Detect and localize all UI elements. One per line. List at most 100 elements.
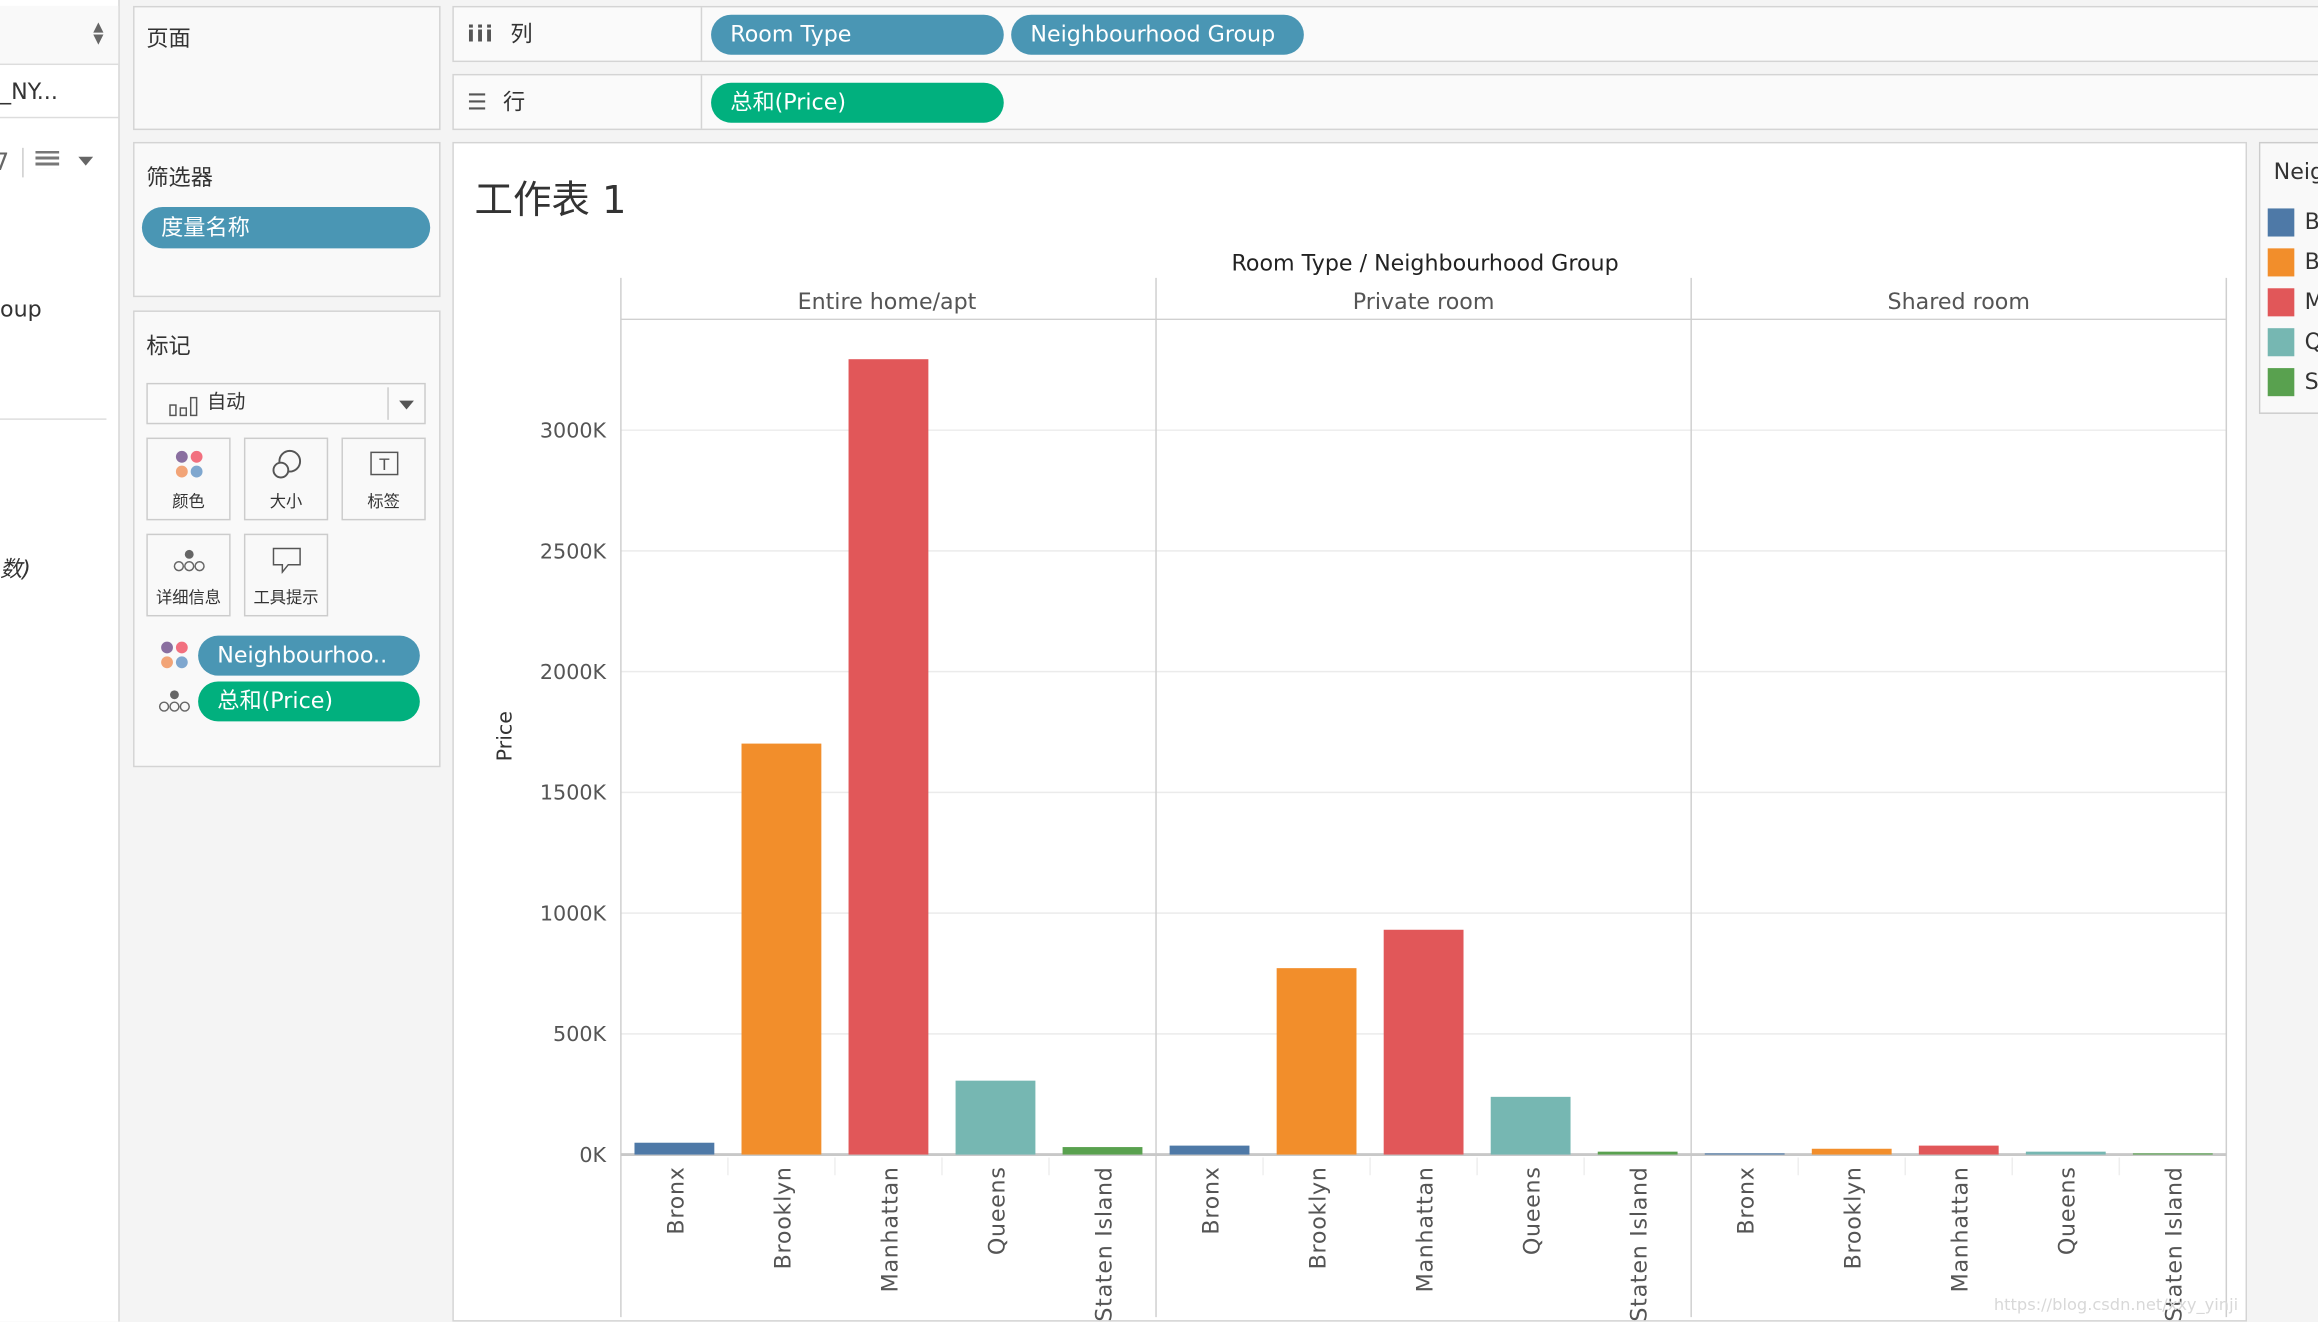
rows-icon: ☰ [467, 88, 488, 116]
y-tick-label: 1500K [540, 781, 607, 805]
pages-title: 页面 [146, 25, 191, 52]
svg-text:T: T [378, 455, 389, 474]
list-view-icon[interactable] [35, 150, 60, 169]
datasource-name: _NY... [0, 78, 58, 105]
rows-shelf-label: ☰ 行 [454, 75, 703, 129]
datasource-item[interactable]: _NY... [0, 65, 119, 119]
measure-item[interactable]: 数) [0, 553, 31, 584]
rows-shelf[interactable]: ☰ 行 总和(Price) [452, 73, 2318, 131]
filters-card[interactable]: 筛选器 度量名称 [133, 141, 441, 298]
y-tick-label: 2500K [540, 539, 607, 563]
x-category-label: Staten Island [1091, 1166, 1117, 1321]
color-legend[interactable]: Neig BBMQS [2258, 141, 2318, 414]
row-pill-sum-price[interactable]: 总和(Price) [711, 82, 1004, 123]
dropdown-arrow-icon[interactable] [78, 156, 94, 166]
panel-divider [0, 418, 107, 420]
bar-manhattan[interactable] [1918, 1145, 1999, 1155]
x-category-label: Staten Island [1627, 1166, 1653, 1321]
detail-encoding-icon [158, 689, 191, 719]
color-encoding-icon [160, 640, 190, 675]
legend-swatch [2267, 288, 2295, 317]
mark-type-dropdown[interactable]: 自动 [146, 382, 426, 425]
color-encoding-pill[interactable]: Neighbourhoo.. [198, 635, 420, 676]
field-name: oup [0, 295, 42, 323]
bar-brooklyn[interactable] [1811, 1148, 1892, 1155]
toolbar-divider [22, 147, 24, 178]
y-axis-label: Price [492, 711, 516, 761]
y-tick-label: 500K [553, 1022, 606, 1046]
legend-label: S [2304, 368, 2318, 395]
view-right-divider [2247, 141, 2259, 1322]
data-panel: ▲▼ _NY... 7 oup 数) [0, 0, 120, 1322]
bar-bronx[interactable] [634, 1142, 715, 1155]
legend-item[interactable]: B [2267, 248, 2318, 278]
tooltip-icon [245, 544, 326, 577]
dropdown-divider [387, 387, 389, 420]
column-pill-room-type[interactable]: Room Type [711, 14, 1004, 55]
legend-title: Neig [2273, 158, 2318, 185]
bar-brooklyn[interactable] [1276, 968, 1357, 1155]
bar-staten-island[interactable] [2132, 1153, 2213, 1155]
x-category-label: Queens [1520, 1166, 1546, 1255]
bar-brooklyn[interactable] [741, 743, 822, 1155]
filter-pill-measure-names[interactable]: 度量名称 [141, 206, 431, 249]
chevron-down-icon [399, 400, 414, 410]
columns-icon: iii [467, 20, 495, 48]
size-button[interactable]: 大小 [243, 437, 329, 521]
legend-swatch [2267, 368, 2295, 397]
legend-swatch [2267, 248, 2295, 277]
tooltip-button[interactable]: 工具提示 [243, 533, 329, 617]
tableau-workspace: ▲▼ _NY... 7 oup 数) 页面 筛选器 度量名称 标记 [0, 0, 2318, 1322]
columns-shelf-label: iii 列 [454, 7, 703, 61]
legend-item[interactable]: S [2267, 368, 2318, 398]
bar-manhattan[interactable] [848, 359, 929, 1155]
mark-type-label: 自动 [206, 391, 246, 414]
bar-queens[interactable] [2025, 1151, 2106, 1155]
label-button[interactable]: T 标签 [341, 437, 426, 521]
filter-icon[interactable]: 7 [0, 148, 9, 176]
sort-updown-icon[interactable]: ▲ ▼ [93, 21, 103, 46]
legend-item[interactable]: Q [2267, 328, 2318, 358]
marks-title: 标记 [146, 332, 191, 360]
bar-bronx[interactable] [1169, 1145, 1250, 1155]
data-toolbar: 7 [0, 142, 118, 189]
detail-encoding-pill[interactable]: 总和(Price) [198, 681, 420, 722]
chart-header-title: Room Type / Neighbourhood Group [1232, 251, 1619, 277]
legend-label: Q [2305, 328, 2318, 355]
datasource-header[interactable]: ▲ ▼ [0, 5, 119, 66]
bar-chart-icon [169, 393, 199, 431]
legend-label: M [2305, 288, 2318, 315]
marks-card: 标记 自动 颜色 大小 T 标签 详细信息 工具提示 Neighbourhoo.… [133, 310, 441, 768]
field-item[interactable]: oup [0, 296, 42, 323]
x-category-label: Bronx [1198, 1166, 1224, 1234]
legend-item[interactable]: B [2267, 208, 2318, 238]
bar-staten-island[interactable] [1597, 1151, 1678, 1155]
bar-manhattan[interactable] [1383, 929, 1464, 1155]
legend-swatch [2267, 328, 2295, 357]
y-tick-label: 1000K [540, 901, 607, 925]
y-tick-label: 3000K [540, 419, 607, 443]
x-category-label: Manhattan [877, 1166, 903, 1292]
bar-chart: 0K 500K 1000K 1500K 2000K 2500K 3000K Bronx Broo… [492, 251, 2238, 1322]
bar-queens[interactable] [955, 1080, 1036, 1155]
legend-swatch [2267, 208, 2295, 237]
pages-card[interactable]: 页面 [133, 5, 441, 131]
detail-button[interactable]: 详细信息 [146, 533, 231, 617]
columns-shelf[interactable]: iii 列 Room Type Neighbourhood Group [452, 5, 2318, 63]
y-tick-label: 0K [579, 1143, 606, 1167]
y-tick-label: 2000K [540, 660, 607, 684]
bar-queens[interactable] [1490, 1096, 1571, 1155]
x-category-label: Bronx [1734, 1166, 1760, 1234]
bar-bronx[interactable] [1704, 1153, 1785, 1155]
legend-item[interactable]: M [2267, 288, 2318, 318]
x-category-label: Queens [984, 1166, 1010, 1255]
x-category-label: Manhattan [1948, 1166, 1974, 1292]
x-category-label: Brooklyn [770, 1166, 796, 1269]
bar-staten-island[interactable] [1062, 1147, 1143, 1155]
detail-icon [148, 544, 229, 577]
size-icon [245, 448, 326, 481]
legend-label: B [2305, 248, 2318, 275]
color-button[interactable]: 颜色 [146, 437, 231, 521]
x-category-label: Bronx [663, 1166, 689, 1234]
column-pill-neighbourhood-group[interactable]: Neighbourhood Group [1011, 14, 1304, 55]
